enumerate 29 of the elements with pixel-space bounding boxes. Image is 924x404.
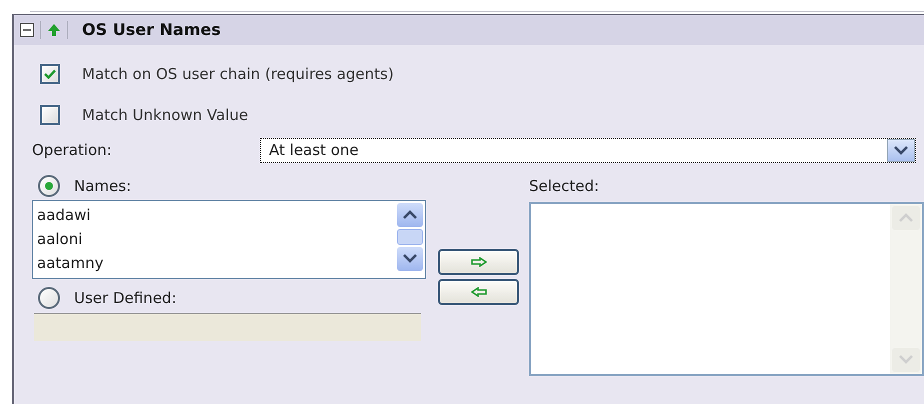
collapse-button[interactable] — [20, 23, 34, 37]
list-item[interactable]: aatamny — [37, 250, 395, 274]
radio-button[interactable] — [38, 175, 60, 198]
list-item[interactable]: aadawi — [37, 202, 395, 226]
names-listbox[interactable]: aadawi aaloni aatamny — [32, 200, 426, 278]
chevron-up-icon — [899, 213, 913, 222]
names-label: Names: — [74, 176, 132, 197]
operation-label: Operation: — [32, 140, 113, 162]
checkbox[interactable] — [40, 64, 60, 84]
radio-button[interactable] — [38, 286, 60, 309]
checkbox[interactable] — [40, 104, 60, 125]
checkbox-label: Match Unknown Value — [82, 104, 248, 126]
checkbox-label: Match on OS user chain (requires agents) — [82, 64, 394, 85]
list-item[interactable]: aaloni — [37, 226, 395, 250]
selected-label: Selected: — [529, 176, 600, 197]
chevron-down-icon — [894, 146, 908, 155]
user-defined-label: User Defined: — [74, 288, 176, 308]
check-icon — [44, 69, 56, 80]
chevron-up-icon — [403, 210, 417, 219]
chevron-down-icon — [899, 355, 913, 364]
operation-dropdown[interactable]: At least one — [260, 138, 916, 163]
panel-title: OS User Names — [82, 19, 221, 41]
move-button[interactable] — [438, 279, 519, 305]
right-arrow-icon — [470, 257, 486, 267]
move-button[interactable] — [438, 249, 519, 275]
chevron-down-icon — [403, 254, 417, 263]
left-arrow-icon — [470, 287, 486, 297]
scroll-thumb[interactable] — [397, 228, 423, 244]
dropdown-button[interactable] — [887, 139, 915, 162]
